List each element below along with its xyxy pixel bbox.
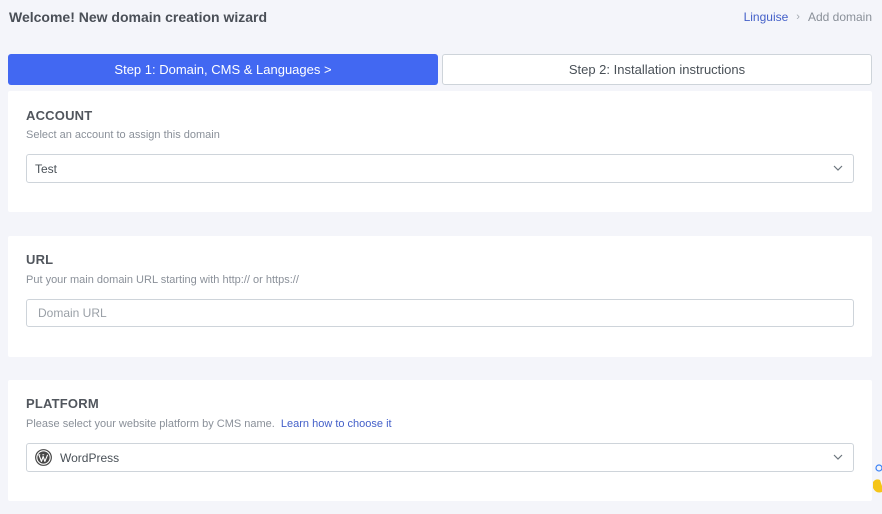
platform-description: Please select your website platform by C… — [26, 418, 275, 430]
platform-description-row: Please select your website platform by C… — [26, 418, 392, 430]
platform-card: PLATFORM Please select your website plat… — [8, 380, 872, 501]
account-description: Select an account to assign this domain — [26, 129, 220, 141]
page-title: Welcome! New domain creation wizard — [9, 9, 268, 25]
page-header: Welcome! New domain creation wizard Ling… — [0, 0, 882, 36]
wordpress-icon — [35, 449, 52, 466]
domain-url-input[interactable]: Domain URL — [26, 299, 854, 327]
help-widget-icon[interactable] — [870, 462, 882, 496]
chevron-down-icon — [833, 454, 843, 460]
wizard-steps: Step 1: Domain, CMS & Languages > Step 2… — [8, 54, 872, 85]
breadcrumb-home-link[interactable]: Linguise — [744, 10, 789, 24]
chevron-down-icon — [833, 165, 843, 171]
learn-how-link[interactable]: Learn how to choose it — [281, 418, 392, 430]
url-card: URL Put your main domain URL starting wi… — [8, 236, 872, 357]
domain-url-placeholder: Domain URL — [38, 306, 107, 320]
breadcrumb-separator: › — [796, 11, 800, 23]
platform-select[interactable]: WordPress — [26, 443, 854, 472]
url-title: URL — [26, 252, 54, 267]
account-selected-value: Test — [35, 161, 58, 176]
account-title: ACCOUNT — [26, 108, 93, 123]
platform-title: PLATFORM — [26, 396, 99, 411]
step-1-tab[interactable]: Step 1: Domain, CMS & Languages > — [8, 54, 438, 85]
breadcrumb-current: Add domain — [807, 10, 872, 24]
step-2-tab[interactable]: Step 2: Installation instructions — [442, 54, 872, 85]
platform-selected-value: WordPress — [60, 450, 120, 465]
breadcrumb: Linguise › Add domain — [744, 10, 872, 24]
account-select[interactable]: Test — [26, 154, 854, 183]
url-description: Put your main domain URL starting with h… — [26, 274, 299, 286]
account-card: ACCOUNT Select an account to assign this… — [8, 91, 872, 212]
